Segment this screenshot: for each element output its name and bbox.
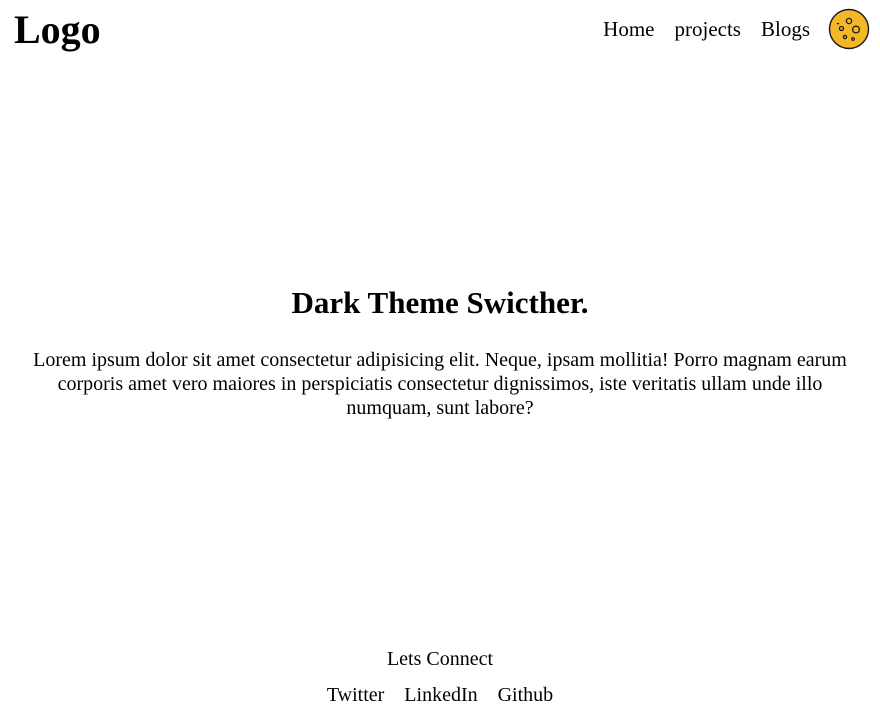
theme-toggle-button[interactable]: [828, 8, 870, 50]
hero-description: Lorem ipsum dolor sit amet consectetur a…: [33, 349, 847, 419]
social-links: Twitter LinkedIn Github: [0, 682, 880, 708]
twitter-link[interactable]: Twitter: [327, 682, 384, 708]
moon-icon: [828, 8, 870, 50]
github-link[interactable]: Github: [498, 682, 554, 708]
nav-link-blogs[interactable]: Blogs: [761, 7, 810, 51]
footer-heading: Lets Connect: [386, 648, 494, 670]
hero-section: Dark Theme Swicther. Lorem ipsum dolor s…: [0, 284, 880, 420]
nav-link-projects[interactable]: projects: [675, 7, 741, 51]
linkedin-link[interactable]: LinkedIn: [404, 682, 477, 708]
footer: Lets Connect Twitter LinkedIn Github: [0, 646, 880, 708]
nav-link-home[interactable]: Home: [603, 7, 654, 51]
main-nav: Home projects Blogs: [603, 7, 870, 51]
logo[interactable]: Logo: [14, 6, 101, 54]
page-title: Dark Theme Swicther.: [291, 285, 589, 320]
